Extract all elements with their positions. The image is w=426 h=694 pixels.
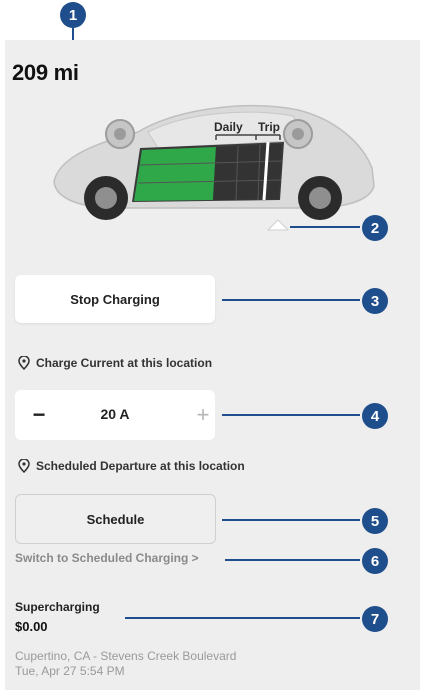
supercharging-title: Supercharging <box>15 600 100 614</box>
supercharging-cost: $0.00 <box>15 619 48 634</box>
charge-current-label: Charge Current at this location <box>36 356 213 370</box>
car-battery-illustration: Daily Trip <box>53 105 375 231</box>
callout-number: 1 <box>68 6 78 24</box>
callout-number: 3 <box>370 292 380 310</box>
stop-charging-button[interactable]: Stop Charging <box>15 275 215 323</box>
scheduled-departure-heading: Scheduled Departure at this location <box>18 459 245 473</box>
wheel-hub <box>114 128 126 140</box>
callout-number: 2 <box>370 219 380 237</box>
daily-label: Daily <box>214 120 243 134</box>
range-value: 209 <box>12 60 48 85</box>
callout-leader-3 <box>222 299 360 301</box>
callout-marker-5: 5 <box>362 508 388 534</box>
callout-number: 4 <box>370 407 380 425</box>
callout-number: 7 <box>370 610 380 628</box>
decrease-current-button[interactable]: − <box>27 402 51 427</box>
wheel-hub <box>309 187 331 209</box>
range-display: 209 mi <box>12 60 79 86</box>
battery-empty-cells <box>213 144 282 200</box>
callout-marker-1: 1 <box>60 2 86 28</box>
callout-marker-6: 6 <box>362 548 388 574</box>
battery-charged-cells <box>134 147 216 201</box>
battery-pack <box>132 141 284 202</box>
location-pin-icon <box>18 356 30 370</box>
callout-leader-4 <box>222 414 360 416</box>
range-unit: mi <box>53 60 79 85</box>
increase-current-button[interactable]: + <box>191 402 215 427</box>
callout-marker-2: 2 <box>362 215 388 241</box>
callout-leader-2 <box>290 226 360 228</box>
callout-number: 6 <box>370 552 380 570</box>
trip-label: Trip <box>258 120 280 134</box>
stop-charging-label: Stop Charging <box>70 291 160 307</box>
charge-current-heading: Charge Current at this location <box>18 356 212 370</box>
schedule-button[interactable]: Schedule <box>15 494 216 544</box>
callout-leader-6 <box>225 559 360 561</box>
switch-to-scheduled-charging-link[interactable]: Switch to Scheduled Charging > <box>15 551 199 565</box>
supercharger-location: Cupertino, CA - Stevens Creek Boulevard <box>15 649 237 663</box>
callout-leader-5 <box>222 519 360 521</box>
charge-current-stepper[interactable]: − 20 A + <box>15 390 215 440</box>
callout-number: 5 <box>370 512 380 530</box>
charge-current-value: 20 A <box>100 406 130 422</box>
wheel-hub <box>292 128 304 140</box>
supercharging-timestamp: Tue, Apr 27 5:54 PM <box>15 664 125 678</box>
callout-marker-4: 4 <box>362 403 388 429</box>
schedule-label: Schedule <box>86 511 145 527</box>
callout-marker-3: 3 <box>362 288 388 314</box>
callout-marker-7: 7 <box>362 606 388 632</box>
location-pin-icon <box>18 459 30 473</box>
callout-leader-7 <box>125 617 360 619</box>
charge-limit-handle[interactable] <box>266 219 290 231</box>
scheduled-departure-label: Scheduled Departure at this location <box>36 459 245 473</box>
wheel-hub <box>95 187 117 209</box>
